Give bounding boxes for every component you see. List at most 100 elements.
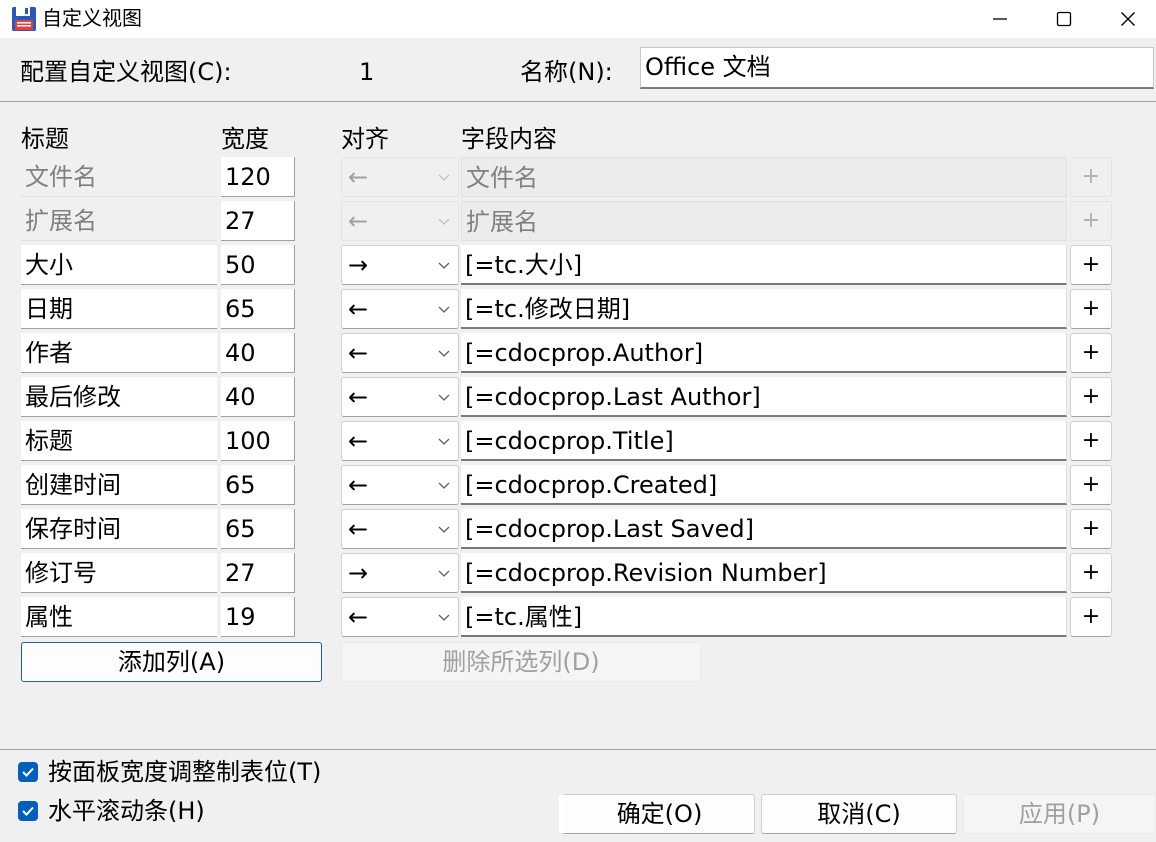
align-arrow-icon: → <box>348 251 369 279</box>
align-arrow-icon: ← <box>348 295 369 323</box>
row-insert-field-button[interactable]: + <box>1070 289 1112 329</box>
row-field-input[interactable]: 扩展名 <box>461 201 1067 241</box>
checkbox-checked-icon <box>18 762 38 782</box>
row-width-cell[interactable]: 40 <box>221 377 295 417</box>
chevron-down-icon <box>438 306 450 313</box>
row-align-dropdown[interactable]: ← <box>341 421 459 461</box>
row-width-cell[interactable]: 19 <box>221 597 295 637</box>
row-title-cell[interactable]: 创建时间 <box>21 465 217 505</box>
align-arrow-icon: ← <box>348 163 369 191</box>
config-view-label: 配置自定义视图(C): <box>20 58 232 86</box>
horizontal-scrollbar-checkbox[interactable]: 水平滚动条(H) <box>18 796 205 826</box>
chevron-down-icon <box>438 614 450 621</box>
chevron-down-icon <box>438 350 450 357</box>
row-field-input[interactable]: [=cdocprop.Created] <box>461 465 1067 505</box>
config-view-number[interactable]: 1 <box>359 57 374 87</box>
row-title-cell[interactable]: 文件名 <box>21 157 217 197</box>
row-title-cell[interactable]: 大小 <box>21 245 217 285</box>
row-insert-field-button[interactable]: + <box>1070 377 1112 417</box>
row-width-cell[interactable]: 65 <box>221 289 295 329</box>
row-align-dropdown[interactable]: ← <box>341 377 459 417</box>
save-disk-icon <box>12 7 36 31</box>
name-label: 名称(N): <box>520 58 613 86</box>
row-insert-field-button[interactable]: + <box>1070 465 1112 505</box>
row-width-cell[interactable]: 100 <box>221 421 295 461</box>
row-field-input[interactable]: [=tc.修改日期] <box>461 289 1067 329</box>
row-field-input[interactable]: [=cdocprop.Author] <box>461 333 1067 373</box>
row-title-cell[interactable]: 修订号 <box>21 553 217 593</box>
row-align-dropdown[interactable]: ← <box>341 597 459 637</box>
row-field-input[interactable]: 文件名 <box>461 157 1067 197</box>
row-title-cell[interactable]: 最后修改 <box>21 377 217 417</box>
minimize-button[interactable] <box>970 0 1030 38</box>
checkbox-label: 按面板宽度调整制表位(T) <box>48 758 322 786</box>
row-width-cell[interactable]: 65 <box>221 465 295 505</box>
top-divider <box>0 101 1156 102</box>
row-align-dropdown[interactable]: ← <box>341 201 459 241</box>
checkbox-label: 水平滚动条(H) <box>48 797 205 825</box>
row-insert-field-button[interactable]: + <box>1070 157 1112 197</box>
row-width-cell[interactable]: 27 <box>221 201 295 241</box>
bottom-divider <box>0 749 1156 750</box>
header-title: 标题 <box>21 125 69 153</box>
add-column-button[interactable]: 添加列(A) <box>21 642 322 682</box>
title-bar: 自定义视图 <box>0 0 1156 38</box>
delete-column-button[interactable]: 删除所选列(D) <box>341 642 701 682</box>
row-field-input[interactable]: [=tc.属性] <box>461 597 1067 637</box>
apply-button[interactable]: 应用(P) <box>963 794 1156 834</box>
chevron-down-icon <box>438 526 450 533</box>
align-arrow-icon: ← <box>348 603 369 631</box>
row-insert-field-button[interactable]: + <box>1070 421 1112 461</box>
row-insert-field-button[interactable]: + <box>1070 245 1112 285</box>
checkbox-checked-icon <box>18 801 38 821</box>
row-align-dropdown[interactable]: → <box>341 553 459 593</box>
row-field-input[interactable]: [=cdocprop.Revision Number] <box>461 553 1067 593</box>
row-title-cell[interactable]: 属性 <box>21 597 217 637</box>
header-width: 宽度 <box>221 125 269 153</box>
row-insert-field-button[interactable]: + <box>1070 333 1112 373</box>
row-title-cell[interactable]: 作者 <box>21 333 217 373</box>
row-field-input[interactable]: [=cdocprop.Last Saved] <box>461 509 1067 549</box>
row-width-cell[interactable]: 50 <box>221 245 295 285</box>
row-field-input[interactable]: [=cdocprop.Last Author] <box>461 377 1067 417</box>
align-arrow-icon: ← <box>348 515 369 543</box>
row-width-cell[interactable]: 40 <box>221 333 295 373</box>
row-title-cell[interactable]: 扩展名 <box>21 201 217 241</box>
row-align-dropdown[interactable]: → <box>341 245 459 285</box>
chevron-down-icon <box>438 438 450 445</box>
chevron-down-icon <box>438 262 450 269</box>
row-align-dropdown[interactable]: ← <box>341 157 459 197</box>
ok-button[interactable]: 确定(O) <box>559 794 755 834</box>
row-align-dropdown[interactable]: ← <box>341 465 459 505</box>
row-title-cell[interactable]: 保存时间 <box>21 509 217 549</box>
row-width-cell[interactable]: 120 <box>221 157 295 197</box>
row-insert-field-button[interactable]: + <box>1070 553 1112 593</box>
row-insert-field-button[interactable]: + <box>1070 509 1112 549</box>
chevron-down-icon <box>438 482 450 489</box>
close-button[interactable] <box>1098 0 1156 38</box>
adjust-tabs-checkbox[interactable]: 按面板宽度调整制表位(T) <box>18 757 321 787</box>
row-title-cell[interactable]: 标题 <box>21 421 217 461</box>
align-arrow-icon: → <box>348 559 369 587</box>
row-title-cell[interactable]: 日期 <box>21 289 217 329</box>
row-insert-field-button[interactable]: + <box>1070 201 1112 241</box>
row-width-cell[interactable]: 27 <box>221 553 295 593</box>
name-input[interactable]: Office 文档 <box>640 47 1154 89</box>
align-arrow-icon: ← <box>348 339 369 367</box>
row-align-dropdown[interactable]: ← <box>341 509 459 549</box>
maximize-button[interactable] <box>1034 0 1094 38</box>
close-icon <box>1121 12 1135 26</box>
row-align-dropdown[interactable]: ← <box>341 289 459 329</box>
cancel-button[interactable]: 取消(C) <box>761 794 957 834</box>
align-arrow-icon: ← <box>348 383 369 411</box>
align-arrow-icon: ← <box>348 207 369 235</box>
align-arrow-icon: ← <box>348 427 369 455</box>
header-field: 字段内容 <box>461 125 557 153</box>
maximize-icon <box>1056 11 1072 27</box>
row-align-dropdown[interactable]: ← <box>341 333 459 373</box>
row-insert-field-button[interactable]: + <box>1070 597 1112 637</box>
row-field-input[interactable]: [=cdocprop.Title] <box>461 421 1067 461</box>
chevron-down-icon <box>438 218 450 225</box>
row-field-input[interactable]: [=tc.大小] <box>461 245 1067 285</box>
row-width-cell[interactable]: 65 <box>221 509 295 549</box>
